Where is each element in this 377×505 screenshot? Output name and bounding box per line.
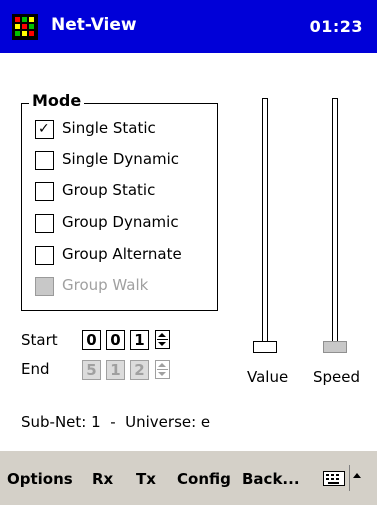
checkbox[interactable]: [35, 182, 54, 201]
value-slider-track[interactable]: [262, 98, 268, 346]
end-label: End: [21, 360, 50, 378]
spin-down-icon: [158, 372, 166, 376]
clock[interactable]: 01:23: [310, 17, 363, 36]
menu-config[interactable]: Config: [177, 470, 231, 488]
app-title: Net-View: [51, 15, 137, 35]
speed-slider-track: [332, 98, 338, 346]
option-label: Group Walk: [62, 276, 149, 294]
spin-divider: [157, 339, 168, 340]
checkbox-disabled: [35, 277, 54, 296]
option-label: Single Dynamic: [62, 150, 180, 168]
sip-toggle[interactable]: [349, 465, 364, 491]
menu-tx[interactable]: Tx: [136, 470, 156, 488]
checkbox[interactable]: [35, 151, 54, 170]
start-digit-3[interactable]: 1: [130, 330, 149, 350]
option-label: Group Dynamic: [62, 213, 179, 231]
menu-rx[interactable]: Rx: [92, 470, 113, 488]
speed-slider-thumb: [323, 341, 347, 353]
start-digit-1[interactable]: 0: [82, 330, 101, 350]
speed-slider-label: Speed: [313, 368, 361, 386]
up-arrow-icon: [353, 473, 361, 478]
end-digit-1: 5: [82, 360, 101, 380]
start-digit-2[interactable]: 0: [106, 330, 125, 350]
menu-bar: Options Rx Tx Config Back...: [0, 450, 377, 505]
value-slider-thumb[interactable]: [253, 341, 277, 353]
end-spinner: [155, 360, 170, 379]
value-slider-label: Value: [247, 368, 289, 386]
checkbox[interactable]: [35, 246, 54, 265]
checkmark-icon: ✓: [38, 121, 50, 137]
status-text: Sub-Net: 1 - Universe: e: [21, 413, 211, 431]
start-label: Start: [21, 331, 58, 349]
title-bar: Net-View 01:23: [0, 0, 377, 53]
mode-group-label: Mode: [29, 91, 85, 110]
spin-divider: [157, 369, 168, 370]
end-digit-2: 1: [106, 360, 125, 380]
start-spinner[interactable]: [155, 330, 170, 349]
spin-up-icon: [158, 363, 166, 367]
option-label: Group Alternate: [62, 245, 182, 263]
checkbox[interactable]: ✓: [35, 120, 54, 139]
option-label: Single Static: [62, 119, 156, 137]
spin-up-icon[interactable]: [158, 333, 166, 337]
app-icon[interactable]: [12, 14, 38, 40]
option-label: Group Static: [62, 181, 156, 199]
menu-options[interactable]: Options: [7, 470, 73, 488]
spin-down-icon[interactable]: [158, 342, 166, 346]
end-digit-3: 2: [130, 360, 149, 380]
checkbox[interactable]: [35, 214, 54, 233]
menu-back[interactable]: Back...: [242, 470, 300, 488]
keyboard-icon[interactable]: [323, 471, 345, 486]
